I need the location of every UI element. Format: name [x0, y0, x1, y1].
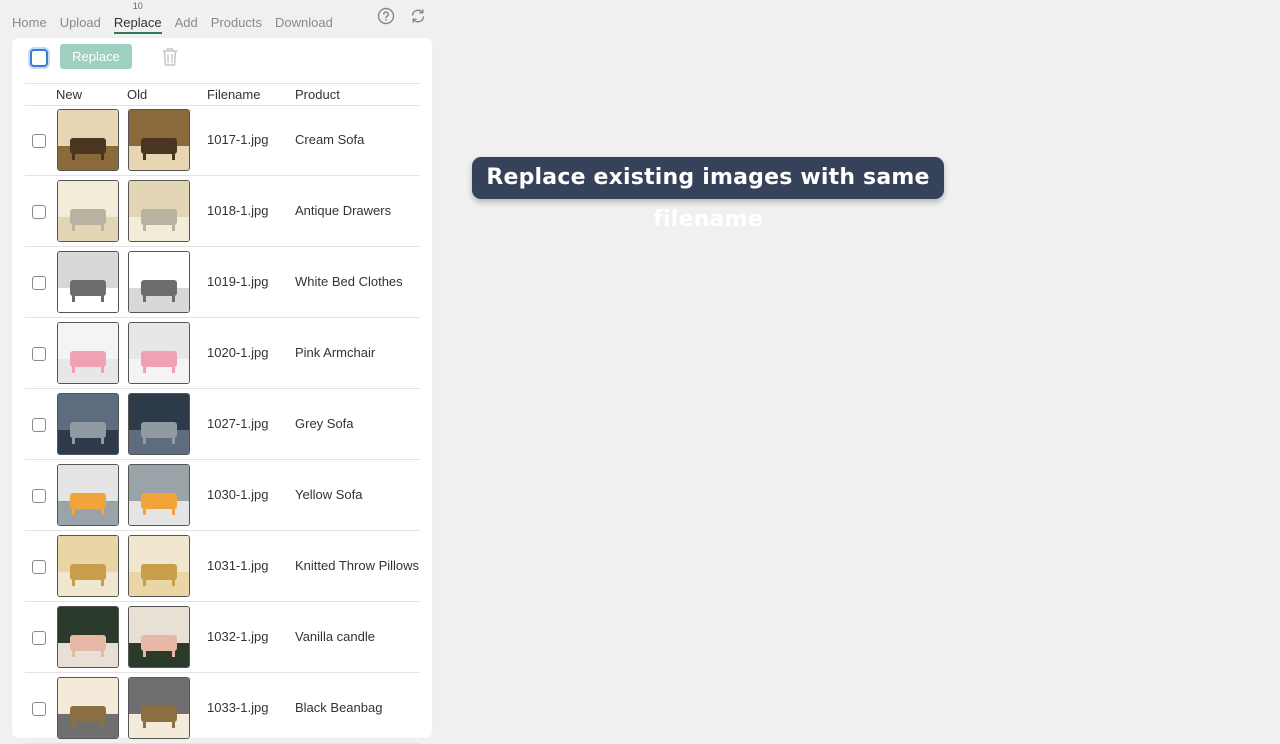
filename-cell: 1019-1.jpg — [207, 274, 269, 289]
table-row: 1031-1.jpg Knitted Throw Pillows — [25, 531, 420, 602]
filename-cell: 1032-1.jpg — [207, 629, 269, 644]
table-row: 1033-1.jpg Black Beanbag — [25, 673, 420, 744]
replace-panel: Replace New Old Filename Product 1017-1.… — [12, 38, 432, 744]
tab-label: Products — [210, 15, 263, 30]
tab-home[interactable]: Home — [12, 15, 47, 36]
old-image-thumbnail[interactable] — [128, 606, 190, 668]
row-checkbox[interactable] — [32, 276, 46, 290]
row-checkbox[interactable] — [32, 418, 46, 432]
row-checkbox[interactable] — [32, 560, 46, 574]
product-name-cell: Antique Drawers — [295, 203, 392, 218]
tab-upload[interactable]: Upload — [60, 15, 101, 36]
new-image-thumbnail[interactable] — [57, 109, 119, 171]
tab-label: Download — [275, 15, 333, 30]
product-photo — [129, 252, 189, 312]
table-row: 1018-1.jpg Antique Drawers — [25, 176, 420, 247]
row-checkbox[interactable] — [32, 631, 46, 645]
product-photo — [129, 323, 189, 383]
select-all-checkbox[interactable] — [30, 49, 48, 67]
tab-replace[interactable]: 10 Replace — [113, 1, 162, 36]
product-photo — [129, 110, 189, 170]
refresh-icon[interactable] — [409, 7, 427, 25]
new-image-thumbnail[interactable] — [57, 180, 119, 242]
column-header-new: New — [56, 87, 83, 102]
old-image-thumbnail[interactable] — [128, 180, 190, 242]
top-nav: Home Upload 10 Replace Add Products Down… — [12, 0, 346, 36]
row-checkbox[interactable] — [32, 205, 46, 219]
product-photo — [129, 394, 189, 454]
product-name-cell: Yellow Sofa — [295, 487, 363, 502]
tab-products[interactable]: Products — [211, 15, 262, 36]
tab-add[interactable]: Add — [175, 15, 198, 36]
column-header-filename: Filename — [207, 87, 261, 102]
help-icon[interactable] — [377, 7, 395, 25]
trash-icon[interactable] — [160, 46, 180, 68]
product-photo — [129, 536, 189, 596]
table-row: 1017-1.jpg Cream Sofa — [25, 105, 420, 176]
new-image-thumbnail[interactable] — [57, 606, 119, 668]
product-name-cell: Grey Sofa — [295, 416, 354, 431]
product-name-cell: Black Beanbag — [295, 700, 383, 715]
product-name-cell: White Bed Clothes — [295, 274, 403, 289]
old-image-thumbnail[interactable] — [128, 251, 190, 313]
column-header-product: Product — [295, 87, 340, 102]
old-image-thumbnail[interactable] — [128, 464, 190, 526]
caption-banner: Replace existing images with same filena… — [472, 157, 944, 232]
product-photo — [58, 110, 118, 170]
filename-cell: 1030-1.jpg — [207, 487, 269, 502]
old-image-thumbnail[interactable] — [128, 322, 190, 384]
product-photo — [129, 181, 189, 241]
tab-label: Add — [174, 15, 198, 30]
product-photo — [58, 394, 118, 454]
product-photo — [129, 607, 189, 667]
product-name-cell: Vanilla candle — [295, 629, 375, 644]
product-photo — [58, 678, 118, 738]
table-row: 1020-1.jpg Pink Armchair — [25, 318, 420, 389]
row-checkbox[interactable] — [32, 702, 46, 716]
old-image-thumbnail[interactable] — [128, 109, 190, 171]
new-image-thumbnail[interactable] — [57, 322, 119, 384]
new-image-thumbnail[interactable] — [57, 251, 119, 313]
table-row: 1019-1.jpg White Bed Clothes — [25, 247, 420, 318]
product-photo — [58, 181, 118, 241]
product-photo — [58, 323, 118, 383]
new-image-thumbnail[interactable] — [57, 677, 119, 739]
replace-button[interactable]: Replace — [60, 44, 132, 69]
tab-download[interactable]: Download — [275, 15, 333, 36]
product-photo — [58, 465, 118, 525]
product-name-cell: Pink Armchair — [295, 345, 376, 360]
filename-cell: 1031-1.jpg — [207, 558, 269, 573]
filename-cell: 1017-1.jpg — [207, 132, 269, 147]
filename-cell: 1027-1.jpg — [207, 416, 269, 431]
tab-label: Replace — [113, 15, 162, 30]
toolbar: Replace — [12, 38, 432, 82]
table-row: 1027-1.jpg Grey Sofa — [25, 389, 420, 460]
product-photo — [129, 465, 189, 525]
product-name-cell: Cream Sofa — [295, 132, 365, 147]
product-photo — [58, 607, 118, 667]
old-image-thumbnail[interactable] — [128, 677, 190, 739]
row-checkbox[interactable] — [32, 347, 46, 361]
row-checkbox[interactable] — [32, 489, 46, 503]
old-image-thumbnail[interactable] — [128, 393, 190, 455]
product-photo — [129, 678, 189, 738]
filename-cell: 1020-1.jpg — [207, 345, 269, 360]
tab-count-badge: 10 — [132, 1, 143, 11]
new-image-thumbnail[interactable] — [57, 535, 119, 597]
filename-cell: 1018-1.jpg — [207, 203, 269, 218]
row-checkbox[interactable] — [32, 134, 46, 148]
table-row: 1030-1.jpg Yellow Sofa — [25, 460, 420, 531]
product-photo — [58, 252, 118, 312]
new-image-thumbnail[interactable] — [57, 393, 119, 455]
tab-label: Home — [12, 15, 47, 30]
product-name-cell: Knitted Throw Pillows — [295, 558, 420, 573]
filename-cell: 1033-1.jpg — [207, 700, 269, 715]
new-image-thumbnail[interactable] — [57, 464, 119, 526]
column-header-old: Old — [127, 87, 148, 102]
table-header: New Old Filename Product — [25, 83, 420, 106]
product-photo — [58, 536, 118, 596]
table-row: 1032-1.jpg Vanilla candle — [25, 602, 420, 673]
tab-label: Upload — [59, 15, 101, 30]
old-image-thumbnail[interactable] — [128, 535, 190, 597]
